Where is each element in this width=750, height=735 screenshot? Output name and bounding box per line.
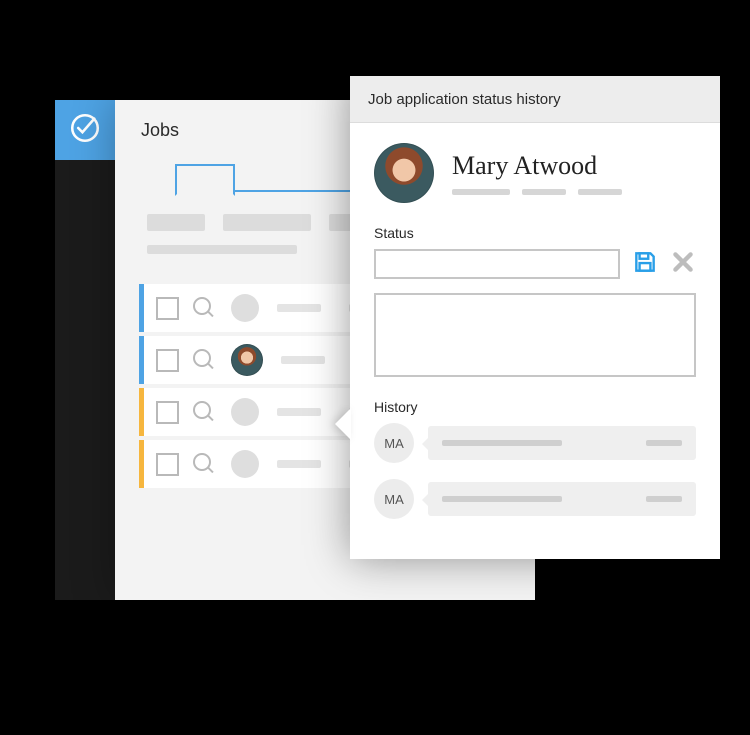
check-circle-icon [68,111,102,150]
row-checkbox[interactable] [156,401,179,424]
row-checkbox[interactable] [156,297,179,320]
search-icon[interactable] [193,453,215,475]
avatar [231,344,263,376]
popover-title: Job application status history [350,76,720,123]
avatar [231,294,259,322]
close-icon [670,249,696,280]
history-entry: MA [374,423,696,463]
row-checkbox[interactable] [156,453,179,476]
status-input[interactable] [374,249,620,279]
avatar [231,450,259,478]
status-note-textarea[interactable] [374,293,696,377]
history-bubble [428,482,696,516]
search-icon[interactable] [193,349,215,371]
history-initials-badge: MA [374,479,414,519]
search-icon[interactable] [193,297,215,319]
app-sidebar [55,100,115,600]
status-indicator [139,336,144,384]
status-label: Status [374,225,696,241]
history-bubble [428,426,696,460]
app-logo[interactable] [55,100,115,160]
status-indicator [139,440,144,488]
history-initials-badge: MA [374,423,414,463]
avatar [231,398,259,426]
search-icon[interactable] [193,401,215,423]
row-checkbox[interactable] [156,349,179,372]
history-label: History [374,399,696,415]
history-entry: MA [374,479,696,519]
popover-pointer [335,408,351,440]
avatar [374,143,434,203]
status-indicator [139,388,144,436]
jobs-tab-active[interactable] [175,164,235,196]
save-icon [632,249,658,280]
applicant-name: Mary Atwood [452,151,622,181]
save-button[interactable] [632,251,658,277]
cancel-button[interactable] [670,251,696,277]
status-history-popover: Job application status history Mary Atwo… [350,76,720,559]
status-indicator [139,284,144,332]
applicant-profile: Mary Atwood [374,143,696,203]
